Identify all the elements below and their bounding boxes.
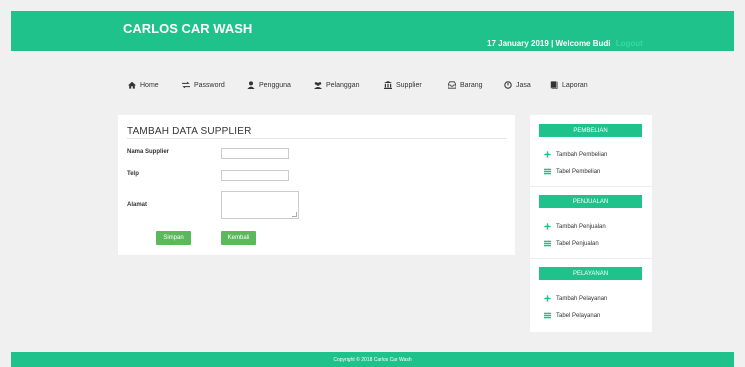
tambah-pembelian-link[interactable]: Tambah Pembelian — [544, 151, 607, 158]
book-icon — [550, 81, 558, 89]
tambah-pembelian-label: Tambah Pembelian — [556, 151, 608, 158]
power-icon — [504, 81, 512, 89]
list-icon — [544, 240, 551, 247]
welcome-text: | Welcome Budi — [551, 39, 611, 48]
title-divider — [127, 138, 507, 139]
tambah-penjualan-label: Tambah Penjualan — [556, 223, 606, 230]
nav-home[interactable]: Home — [128, 80, 159, 90]
alamat-label: Alamat — [127, 202, 148, 208]
logout-link[interactable]: Logout — [616, 39, 643, 48]
users-icon — [314, 82, 322, 89]
current-date: 17 January 2019 — [487, 39, 549, 48]
tabel-pembelian-link[interactable]: Tabel Pembelian — [544, 168, 600, 175]
tabel-penjualan-label: Tabel Penjualan — [556, 240, 599, 247]
home-icon — [128, 81, 136, 89]
plus-icon — [544, 223, 551, 230]
list-icon — [544, 168, 551, 175]
copyright-text: Copyright © 2018 Carlos Car Wash — [333, 356, 412, 363]
app-header: CARLOS CAR WASH 17 January 2019 | Welcom… — [11, 11, 734, 51]
plus-icon — [544, 295, 551, 302]
pelayanan-header: PELAYANAN — [539, 267, 642, 280]
brand-title: CARLOS CAR WASH — [123, 21, 253, 36]
nav-pelanggan-label: Pelanggan — [326, 81, 360, 89]
sidebar: PEMBELIAN Tambah Pembelian Tabel Pembeli… — [530, 115, 652, 332]
nav-barang[interactable]: Barang — [448, 80, 483, 90]
nav-password[interactable]: Password — [182, 80, 225, 90]
sidebar-divider — [530, 258, 652, 259]
sidebar-divider — [530, 186, 652, 187]
supplier-form-panel: TAMBAH DATA SUPPLIER Nama Supplier Telp … — [118, 115, 515, 255]
penjualan-header: PENJUALAN — [539, 195, 642, 208]
header-info: 17 January 2019 | Welcome Budi Logout — [487, 39, 643, 48]
nav-jasa[interactable]: Jasa — [504, 80, 531, 90]
main-nav: Home Password Pengguna Pelanggan Supplie… — [118, 64, 646, 104]
nav-jasa-label: Jasa — [516, 81, 531, 89]
nav-password-label: Password — [194, 81, 225, 89]
pembelian-header: PEMBELIAN — [539, 124, 642, 137]
telp-label: Telp — [127, 171, 139, 177]
tabel-pembelian-label: Tabel Pembelian — [556, 168, 601, 175]
alamat-textarea[interactable] — [221, 191, 299, 219]
nama-supplier-input[interactable] — [221, 148, 289, 159]
telp-input[interactable] — [221, 170, 289, 181]
nama-supplier-label: Nama Supplier — [127, 149, 170, 155]
page-title: TAMBAH DATA SUPPLIER — [127, 126, 252, 137]
plus-icon — [544, 151, 551, 158]
resize-grip[interactable] — [292, 212, 297, 217]
simpan-button[interactable]: Simpan — [156, 231, 191, 245]
nav-pengguna[interactable]: Pengguna — [247, 80, 291, 90]
nav-supplier-label: Supplier — [396, 81, 422, 89]
nav-supplier[interactable]: Supplier — [384, 80, 422, 90]
footer: Copyright © 2018 Carlos Car Wash — [11, 352, 734, 367]
tambah-pelayanan-link[interactable]: Tambah Pelayanan — [544, 295, 607, 302]
user-icon — [247, 81, 255, 89]
nav-home-label: Home — [140, 81, 159, 89]
list-icon — [544, 312, 551, 319]
tabel-penjualan-link[interactable]: Tabel Penjualan — [544, 240, 599, 247]
nav-barang-label: Barang — [460, 81, 483, 89]
nav-laporan-label: Laporan — [562, 81, 588, 89]
nav-pengguna-label: Pengguna — [259, 81, 291, 89]
inbox-icon — [448, 81, 456, 89]
nav-laporan[interactable]: Laporan — [550, 80, 588, 90]
tambah-penjualan-link[interactable]: Tambah Penjualan — [544, 223, 606, 230]
tabel-pelayanan-label: Tabel Pelayanan — [556, 312, 601, 319]
nav-pelanggan[interactable]: Pelanggan — [314, 80, 359, 90]
tabel-pelayanan-link[interactable]: Tabel Pelayanan — [544, 312, 600, 319]
tambah-pelayanan-label: Tambah Pelayanan — [556, 295, 608, 302]
bank-icon — [384, 81, 392, 89]
kembali-button[interactable]: Kembali — [221, 231, 256, 245]
exchange-icon — [182, 81, 190, 89]
